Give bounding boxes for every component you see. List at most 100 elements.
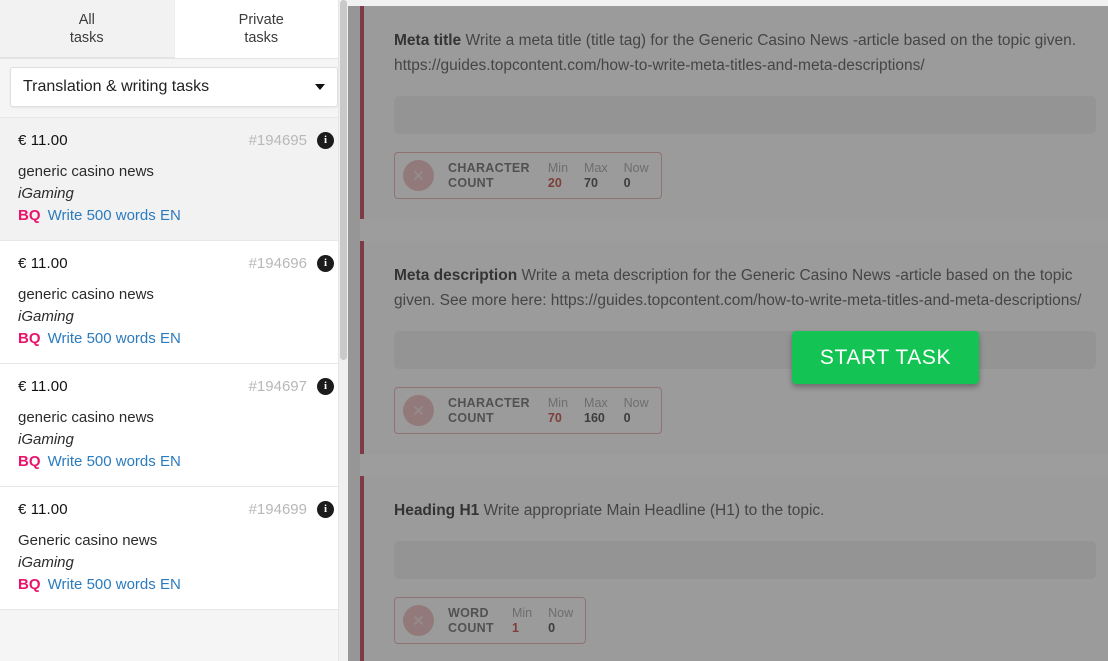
- start-task-button[interactable]: START TASK: [792, 331, 979, 384]
- counter-value: 0: [623, 175, 631, 190]
- task-quality-badge: BQ: [18, 576, 41, 593]
- task-id: #194699: [248, 501, 307, 518]
- task-id: #194696: [248, 255, 307, 272]
- counter-col-now: Now 0: [624, 161, 649, 191]
- field-prompt: Heading H1 Write appropriate Main Headli…: [394, 498, 1096, 523]
- task-title: generic casino news: [18, 286, 154, 303]
- counter-name-line2: COUNT: [448, 175, 494, 190]
- counter-name: WORD COUNT: [448, 606, 494, 636]
- info-icon[interactable]: i: [317, 255, 334, 272]
- field-instructions: Write appropriate Main Headline (H1) to …: [479, 502, 825, 519]
- task-meta: BQ Write 500 words EN: [18, 576, 334, 593]
- tab-all-tasks[interactable]: All tasks: [0, 0, 175, 58]
- task-type-link[interactable]: Write 500 words EN: [48, 576, 181, 593]
- counter-name-line2: COUNT: [448, 410, 494, 425]
- counter-col-max: Max 160: [584, 396, 608, 426]
- task-item-header: € 11.00 #194697 i: [18, 378, 334, 395]
- panel-top-gap: [348, 0, 1108, 6]
- task-list-item[interactable]: € 11.00 #194695 i generic casino news iG…: [0, 118, 348, 241]
- field-label: Meta description: [394, 267, 518, 284]
- task-item-header: € 11.00 #194695 i: [18, 132, 334, 149]
- sidebar-scrollbar[interactable]: [338, 0, 348, 661]
- task-item-header: € 11.00 #194699 i: [18, 501, 334, 518]
- task-list-item[interactable]: € 11.00 #194699 i Generic casino news iG…: [0, 487, 348, 610]
- task-category: iGaming: [18, 308, 74, 325]
- chevron-down-icon: [315, 84, 325, 90]
- task-id: #194697: [248, 378, 307, 395]
- x-circle-icon: [403, 395, 434, 426]
- task-price: € 11.00: [18, 255, 68, 272]
- counter-value: 70: [547, 410, 562, 425]
- task-meta: BQ Write 500 words EN: [18, 453, 334, 470]
- task-title: generic casino news: [18, 163, 154, 180]
- task-type-link[interactable]: Write 500 words EN: [48, 207, 181, 224]
- counter-name-line1: CHARACTER: [448, 160, 530, 175]
- task-filter-wrapper: Translation & writing tasks: [0, 59, 348, 117]
- counter-key: Min: [547, 160, 569, 175]
- counter-key: Now: [623, 160, 649, 175]
- tab-private-tasks-line2: tasks: [244, 30, 279, 46]
- task-price: € 11.00: [18, 132, 68, 149]
- sidebar-scrollbar-thumb[interactable]: [340, 0, 347, 360]
- task-category-select[interactable]: Translation & writing tasks: [10, 67, 338, 107]
- task-category: iGaming: [18, 431, 74, 448]
- counter-name-line1: WORD: [448, 605, 489, 620]
- task-detail-panel: Meta title Write a meta title (title tag…: [348, 0, 1108, 661]
- counter-key: Now: [623, 395, 649, 410]
- tab-private-tasks[interactable]: Private tasks: [174, 0, 348, 58]
- task-quality-badge: BQ: [18, 207, 41, 224]
- info-icon[interactable]: i: [317, 378, 334, 395]
- tab-all-tasks-line1: All: [78, 11, 95, 28]
- x-circle-icon: [403, 605, 434, 636]
- meta-title-input[interactable]: [394, 96, 1096, 134]
- counter-key: Now: [548, 605, 574, 620]
- x-circle-icon: [403, 160, 434, 191]
- counter-key: Min: [547, 395, 569, 410]
- tab-private-tasks-line1: Private: [238, 12, 284, 28]
- character-count-badge: CHARACTER COUNT Min 70 Max 160 Now 0: [394, 387, 662, 434]
- task-field-meta-description: Meta description Write a meta descriptio…: [360, 241, 1108, 454]
- task-category-select-value: Translation & writing tasks: [23, 78, 210, 95]
- task-id: #194695: [248, 132, 307, 149]
- counter-key: Max: [584, 160, 608, 175]
- info-icon[interactable]: i: [317, 501, 334, 518]
- task-quality-badge: BQ: [18, 453, 41, 470]
- app-root: All tasks Private tasks Translation & wr…: [0, 0, 1108, 661]
- counter-col-max: Max 70: [584, 161, 608, 191]
- task-list-item[interactable]: € 11.00 #194697 i generic casino news iG…: [0, 364, 348, 487]
- task-sidebar: All tasks Private tasks Translation & wr…: [0, 0, 348, 661]
- counter-value: 160: [584, 410, 605, 425]
- field-label: Meta title: [394, 32, 462, 49]
- counter-col-min: Min 20: [548, 161, 568, 191]
- counter-value: 20: [547, 175, 562, 190]
- task-type-link[interactable]: Write 500 words EN: [48, 330, 181, 347]
- counter-value: 0: [623, 410, 631, 425]
- counter-col-min: Min 1: [512, 606, 532, 636]
- character-count-badge: CHARACTER COUNT Min 20 Max 70 Now 0: [394, 152, 662, 199]
- task-list: € 11.00 #194695 i generic casino news iG…: [0, 117, 348, 610]
- task-title: generic casino news: [18, 409, 154, 426]
- task-meta: BQ Write 500 words EN: [18, 207, 334, 224]
- task-field-heading-h1: Heading H1 Write appropriate Main Headli…: [360, 476, 1108, 661]
- sidebar-tabs: All tasks Private tasks: [0, 0, 348, 59]
- task-title: Generic casino news: [18, 532, 158, 549]
- info-icon[interactable]: i: [317, 132, 334, 149]
- task-type-link[interactable]: Write 500 words EN: [48, 453, 181, 470]
- task-list-item[interactable]: € 11.00 #194696 i generic casino news iG…: [0, 241, 348, 364]
- tab-all-tasks-line2: tasks: [69, 29, 104, 46]
- task-detail-content: Meta title Write a meta title (title tag…: [360, 6, 1108, 661]
- field-label: Heading H1: [394, 502, 480, 519]
- task-category: iGaming: [18, 554, 74, 571]
- task-price: € 11.00: [18, 378, 68, 395]
- counter-key: Min: [511, 605, 533, 620]
- counter-col-now: Now 0: [624, 396, 649, 426]
- counter-columns: Min 70 Max 160 Now 0: [548, 396, 649, 426]
- task-item-header: € 11.00 #194696 i: [18, 255, 334, 272]
- task-price: € 11.00: [18, 501, 68, 518]
- counter-name: CHARACTER COUNT: [448, 161, 530, 191]
- counter-col-now: Now 0: [548, 606, 573, 636]
- field-prompt: Meta title Write a meta title (title tag…: [394, 28, 1096, 78]
- heading-h1-input[interactable]: [394, 541, 1096, 579]
- task-field-meta-title: Meta title Write a meta title (title tag…: [360, 6, 1108, 219]
- meta-description-input[interactable]: [394, 331, 1096, 369]
